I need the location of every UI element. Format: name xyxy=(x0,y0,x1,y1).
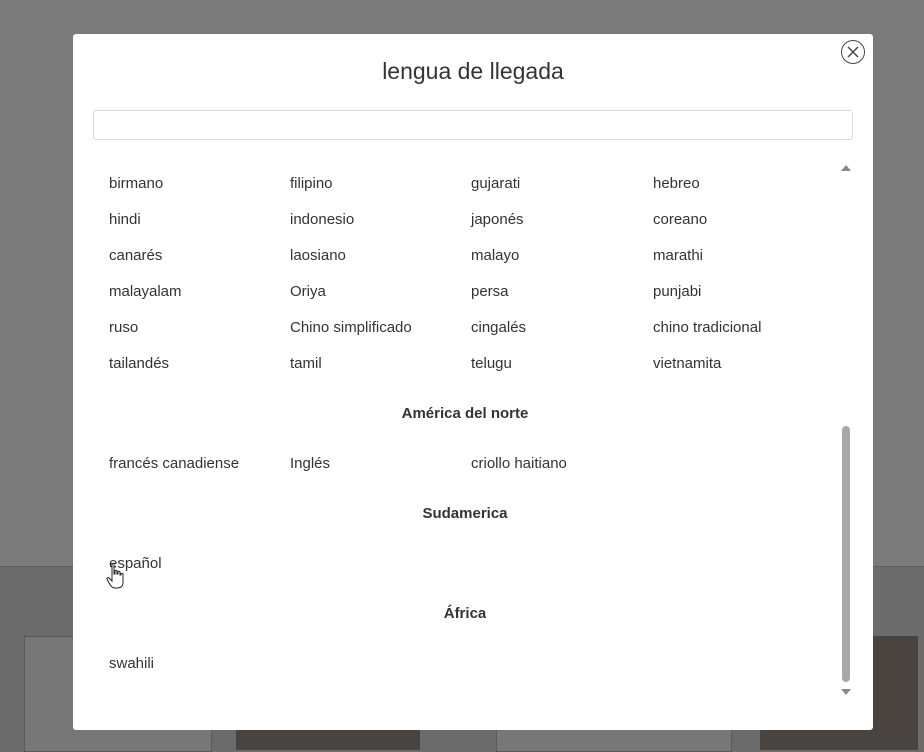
language-option[interactable]: japonés xyxy=(471,211,524,228)
language-option[interactable]: Oriya xyxy=(290,283,326,300)
language-row: español xyxy=(109,555,839,579)
scrollbar-thumb[interactable] xyxy=(842,426,850,682)
language-row: hindi indonesio japonés coreano xyxy=(109,211,839,235)
language-option[interactable]: gujarati xyxy=(471,175,520,192)
language-row: malayalam Oriya persa punjabi xyxy=(109,283,839,307)
language-row: ruso Chino simplificado cingalés chino t… xyxy=(109,319,839,343)
hand-pointer-cursor-icon xyxy=(106,562,124,589)
language-option[interactable]: Inglés xyxy=(290,455,330,472)
language-list: birmano filipino gujarati hebreo hindi i… xyxy=(73,162,843,702)
language-option[interactable]: laosiano xyxy=(290,247,346,264)
language-option[interactable]: indonesio xyxy=(290,211,354,228)
scroll-down-arrow-icon[interactable] xyxy=(841,689,851,695)
language-option[interactable]: hindi xyxy=(109,211,141,228)
region-heading-africa: África xyxy=(443,605,487,622)
close-icon xyxy=(847,46,859,58)
language-option[interactable]: tamil xyxy=(290,355,322,372)
language-option[interactable]: canarés xyxy=(109,247,162,264)
language-row: tailandés tamil telugu vietnamita xyxy=(109,355,839,379)
search-input[interactable] xyxy=(93,110,853,140)
language-option[interactable]: vietnamita xyxy=(653,355,721,372)
language-option[interactable]: malayo xyxy=(471,247,519,264)
language-option[interactable]: Chino simplificado xyxy=(290,319,412,336)
region-heading-south-america: Sudamerica xyxy=(422,505,508,522)
language-option[interactable]: cingalés xyxy=(471,319,526,336)
language-option[interactable]: telugu xyxy=(471,355,512,372)
language-row: francés canadiense Inglés criollo haitia… xyxy=(109,455,839,479)
language-option[interactable]: marathi xyxy=(653,247,703,264)
language-option[interactable]: hebreo xyxy=(653,175,700,192)
language-row: canarés laosiano malayo marathi xyxy=(109,247,839,271)
language-option[interactable]: ruso xyxy=(109,319,138,336)
language-option[interactable]: tailandés xyxy=(109,355,169,372)
language-option[interactable]: criollo haitiano xyxy=(471,455,567,472)
language-option[interactable]: malayalam xyxy=(109,283,182,300)
language-row: birmano filipino gujarati hebreo xyxy=(109,175,839,199)
language-option[interactable]: chino tradicional xyxy=(653,319,761,336)
language-row: swahili xyxy=(109,655,839,679)
modal-title: lengua de llegada xyxy=(382,58,564,84)
scrollbar[interactable] xyxy=(840,162,852,702)
region-heading-north-america: América del norte xyxy=(401,405,529,422)
language-option[interactable]: punjabi xyxy=(653,283,701,300)
language-option[interactable]: filipino xyxy=(290,175,333,192)
language-option[interactable]: swahili xyxy=(109,655,154,672)
language-option[interactable]: persa xyxy=(471,283,509,300)
language-option[interactable]: coreano xyxy=(653,211,707,228)
language-modal: lengua de llegada birmano filipino gujar… xyxy=(73,34,873,730)
scroll-up-arrow-icon[interactable] xyxy=(841,165,851,171)
language-option[interactable]: birmano xyxy=(109,175,163,192)
language-option[interactable]: francés canadiense xyxy=(109,455,239,472)
